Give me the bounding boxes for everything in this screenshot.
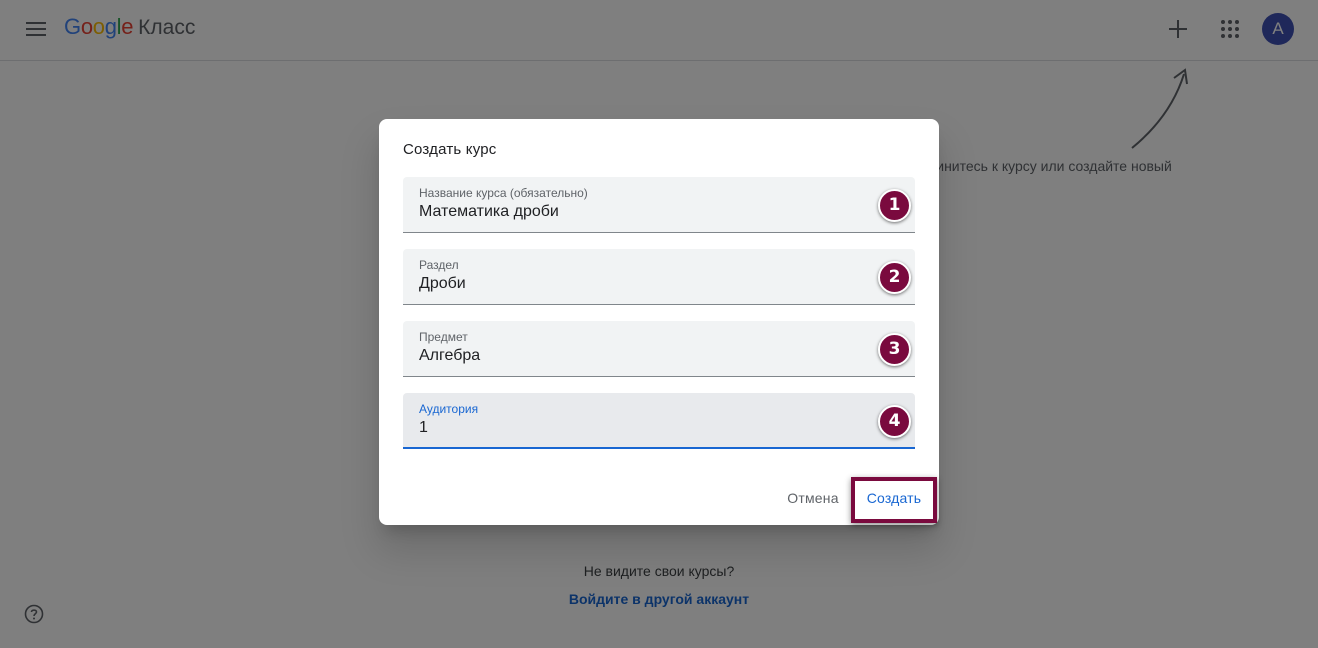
subject-field[interactable]: Предмет Алгебра 3 xyxy=(403,321,915,377)
room-value: 1 xyxy=(419,419,428,436)
subject-label: Предмет xyxy=(419,330,468,344)
course-name-value: Математика дроби xyxy=(419,203,559,220)
section-field[interactable]: Раздел Дроби 2 xyxy=(403,249,915,305)
section-value: Дроби xyxy=(419,275,466,292)
course-name-field[interactable]: Название курса (обязательно) Математика … xyxy=(403,177,915,233)
dialog-title: Создать курс xyxy=(403,141,497,158)
cancel-button[interactable]: Отмена xyxy=(777,483,849,513)
course-name-label: Название курса (обязательно) xyxy=(419,186,588,200)
step-badge-1: 1 xyxy=(878,189,911,222)
subject-value: Алгебра xyxy=(419,347,481,364)
step-badge-3: 3 xyxy=(878,333,911,366)
step-badge-4: 4 xyxy=(878,405,911,438)
create-button[interactable]: Создать xyxy=(855,483,933,513)
room-field[interactable]: Аудитория 1 4 xyxy=(403,393,915,449)
section-label: Раздел xyxy=(419,258,459,272)
create-course-dialog: Создать курс Название курса (обязательно… xyxy=(379,119,939,525)
step-badge-2: 2 xyxy=(878,261,911,294)
room-label: Аудитория xyxy=(419,402,479,416)
